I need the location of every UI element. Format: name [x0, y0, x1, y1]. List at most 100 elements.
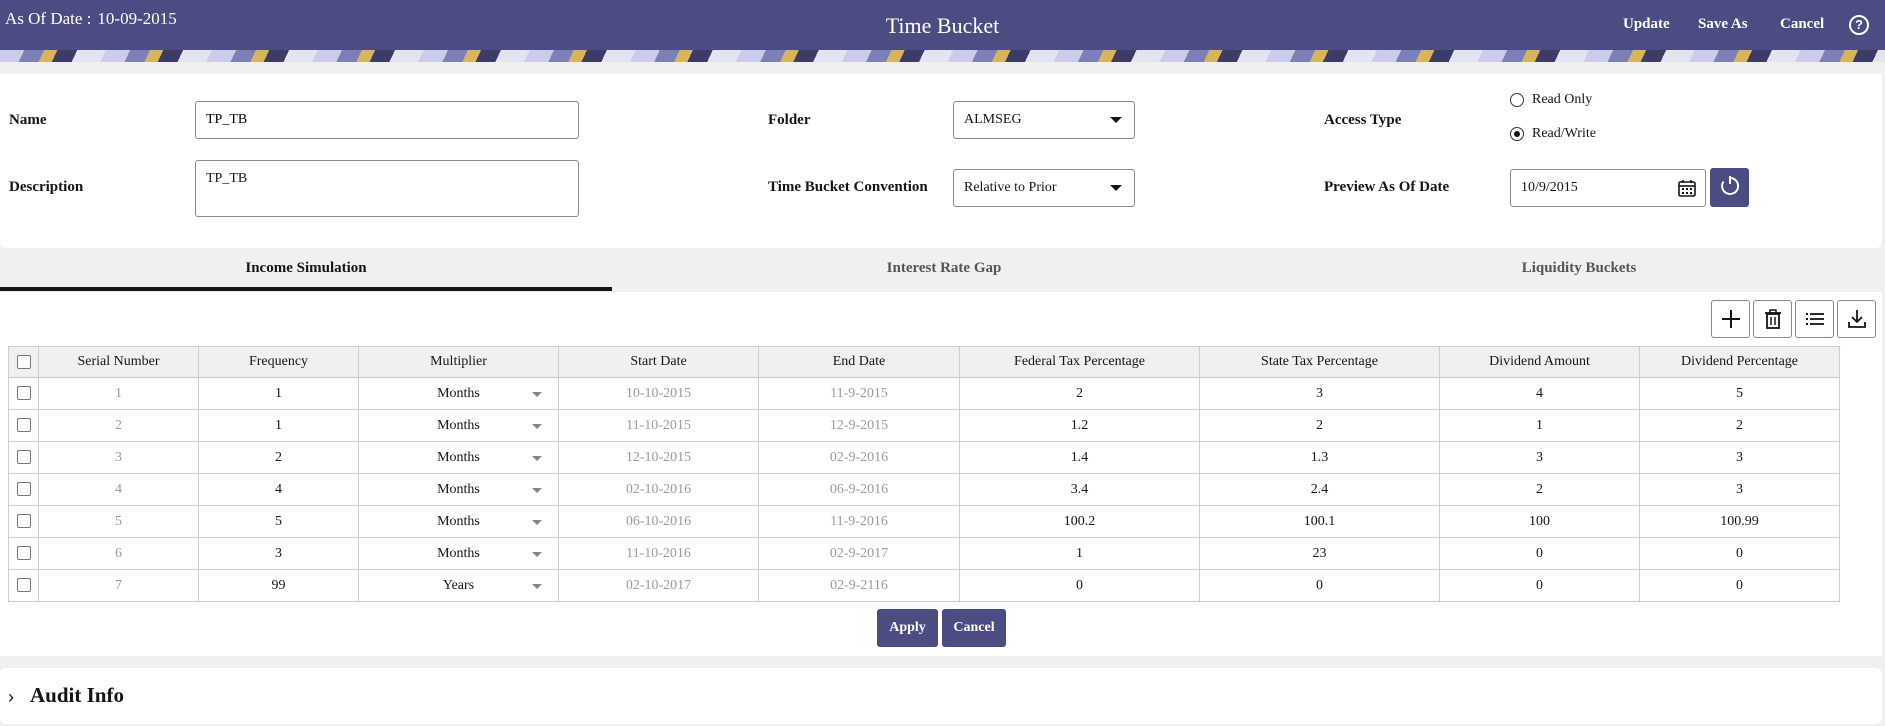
column-header[interactable]: State Tax Percentage: [1199, 346, 1440, 378]
table-cell[interactable]: 10-10-2015: [558, 377, 759, 410]
table-cell[interactable]: 2: [1199, 409, 1440, 442]
table-cell[interactable]: 23: [1199, 537, 1440, 570]
column-header[interactable]: Serial Number: [38, 346, 199, 378]
update-button[interactable]: Update: [1623, 16, 1670, 33]
delete-row-button[interactable]: [1753, 300, 1792, 338]
table-row[interactable]: 6 3 Months 11-10-2016 02-9-2017 1 23 0 0: [8, 537, 1840, 570]
multiplier-select[interactable]: Months: [359, 482, 558, 498]
table-cell[interactable]: 1.2: [959, 409, 1200, 442]
column-header[interactable]: End Date: [758, 346, 960, 378]
column-list-button[interactable]: [1795, 300, 1834, 338]
name-input[interactable]: [195, 101, 579, 139]
table-cell[interactable]: 2.4: [1199, 473, 1440, 506]
row-checkbox[interactable]: [16, 514, 31, 529]
table-cell[interactable]: 1: [198, 377, 359, 410]
time-bucket-convention-select[interactable]: Relative to Prior: [953, 169, 1135, 207]
table-cell[interactable]: 2: [1439, 473, 1640, 506]
table-cell[interactable]: 2: [1639, 409, 1840, 442]
table-cell[interactable]: 12-9-2015: [758, 409, 960, 442]
multiplier-cell[interactable]: Months: [358, 377, 559, 410]
table-cell[interactable]: 5: [198, 505, 359, 538]
save-as-button[interactable]: Save As: [1698, 16, 1748, 33]
table-cell[interactable]: 02-9-2116: [758, 569, 960, 602]
table-cell[interactable]: 5: [1639, 377, 1840, 410]
table-row[interactable]: 4 4 Months 02-10-2016 06-9-2016 3.4 2.4 2 3: [8, 473, 1840, 506]
table-cell[interactable]: 11-10-2016: [558, 537, 759, 570]
table-cell[interactable]: 3: [1199, 377, 1440, 410]
table-row[interactable]: 7 99 Years 02-10-2017 02-9-2116 0 0 0 0: [8, 569, 1840, 602]
header-cancel-button[interactable]: Cancel: [1780, 16, 1824, 33]
table-cell[interactable]: 100: [1439, 505, 1640, 538]
table-cell[interactable]: 99: [198, 569, 359, 602]
calendar-icon[interactable]: [1677, 178, 1697, 198]
table-cell[interactable]: 02-10-2017: [558, 569, 759, 602]
multiplier-select[interactable]: Months: [359, 546, 558, 562]
download-button[interactable]: [1837, 300, 1876, 338]
row-checkbox[interactable]: [16, 482, 31, 497]
column-header[interactable]: Dividend Amount: [1439, 346, 1640, 378]
tab-income-simulation[interactable]: Income Simulation: [0, 250, 612, 291]
row-checkbox[interactable]: [16, 450, 31, 465]
radio-read-write[interactable]: Read/Write: [1510, 126, 1596, 142]
cancel-button[interactable]: Cancel: [942, 609, 1006, 647]
multiplier-cell[interactable]: Years: [358, 569, 559, 602]
row-checkbox[interactable]: [16, 418, 31, 433]
table-cell[interactable]: 4: [198, 473, 359, 506]
audit-info-section[interactable]: › Audit Info: [0, 668, 1882, 724]
chevron-right-icon[interactable]: ›: [8, 687, 14, 708]
table-cell[interactable]: 02-10-2016: [558, 473, 759, 506]
table-cell[interactable]: 02-9-2016: [758, 441, 960, 474]
table-cell[interactable]: 02-9-2017: [758, 537, 960, 570]
table-cell[interactable]: 0: [1439, 569, 1640, 602]
table-cell[interactable]: 4: [1439, 377, 1640, 410]
table-cell[interactable]: 06-9-2016: [758, 473, 960, 506]
multiplier-cell[interactable]: Months: [358, 537, 559, 570]
multiplier-select[interactable]: Months: [359, 418, 558, 434]
tab-liquidity-buckets[interactable]: Liquidity Buckets: [1273, 250, 1885, 291]
column-header[interactable]: Dividend Percentage: [1639, 346, 1840, 378]
table-cell[interactable]: 3: [1439, 441, 1640, 474]
table-cell[interactable]: 06-10-2016: [558, 505, 759, 538]
preview-date-input[interactable]: 10/9/2015: [1510, 169, 1706, 207]
row-checkbox[interactable]: [16, 546, 31, 561]
refresh-button[interactable]: [1710, 168, 1749, 207]
column-header[interactable]: Start Date: [558, 346, 759, 378]
table-cell[interactable]: 1: [1439, 409, 1640, 442]
multiplier-cell[interactable]: Months: [358, 473, 559, 506]
help-icon[interactable]: ?: [1849, 15, 1869, 35]
table-cell[interactable]: 1.3: [1199, 441, 1440, 474]
table-cell[interactable]: 1: [959, 537, 1200, 570]
row-checkbox[interactable]: [16, 386, 31, 401]
table-cell[interactable]: 100.2: [959, 505, 1200, 538]
table-cell[interactable]: 1.4: [959, 441, 1200, 474]
multiplier-select[interactable]: Months: [359, 386, 558, 402]
add-row-button[interactable]: [1711, 300, 1750, 338]
select-all-checkbox[interactable]: [16, 354, 31, 369]
table-cell[interactable]: 3: [198, 537, 359, 570]
column-header[interactable]: Frequency: [198, 346, 359, 378]
table-cell[interactable]: 3.4: [959, 473, 1200, 506]
radio-read-only[interactable]: Read Only: [1510, 92, 1592, 108]
multiplier-select[interactable]: Years: [359, 578, 558, 594]
description-input[interactable]: TP_TB: [195, 160, 579, 217]
table-cell[interactable]: 11-9-2015: [758, 377, 960, 410]
table-cell[interactable]: 12-10-2015: [558, 441, 759, 474]
apply-button[interactable]: Apply: [877, 609, 938, 647]
tab-interest-rate-gap[interactable]: Interest Rate Gap: [638, 250, 1250, 291]
table-cell[interactable]: 0: [1439, 537, 1640, 570]
table-cell[interactable]: 11-10-2015: [558, 409, 759, 442]
multiplier-cell[interactable]: Months: [358, 441, 559, 474]
table-cell[interactable]: 1: [198, 409, 359, 442]
table-cell[interactable]: 2: [959, 377, 1200, 410]
table-cell[interactable]: 0: [1639, 537, 1840, 570]
table-row[interactable]: 5 5 Months 06-10-2016 11-9-2016 100.2 100.1 100…: [8, 505, 1840, 538]
table-cell[interactable]: 3: [1639, 441, 1840, 474]
multiplier-select[interactable]: Months: [359, 514, 558, 530]
table-cell[interactable]: 2: [198, 441, 359, 474]
folder-select[interactable]: ALMSEG: [953, 101, 1135, 139]
column-header[interactable]: Multiplier: [358, 346, 559, 378]
column-header[interactable]: Federal Tax Percentage: [959, 346, 1200, 378]
table-row[interactable]: 1 1 Months 10-10-2015 11-9-2015 2 3 4 5: [8, 377, 1840, 410]
table-cell[interactable]: 11-9-2016: [758, 505, 960, 538]
row-checkbox[interactable]: [16, 578, 31, 593]
